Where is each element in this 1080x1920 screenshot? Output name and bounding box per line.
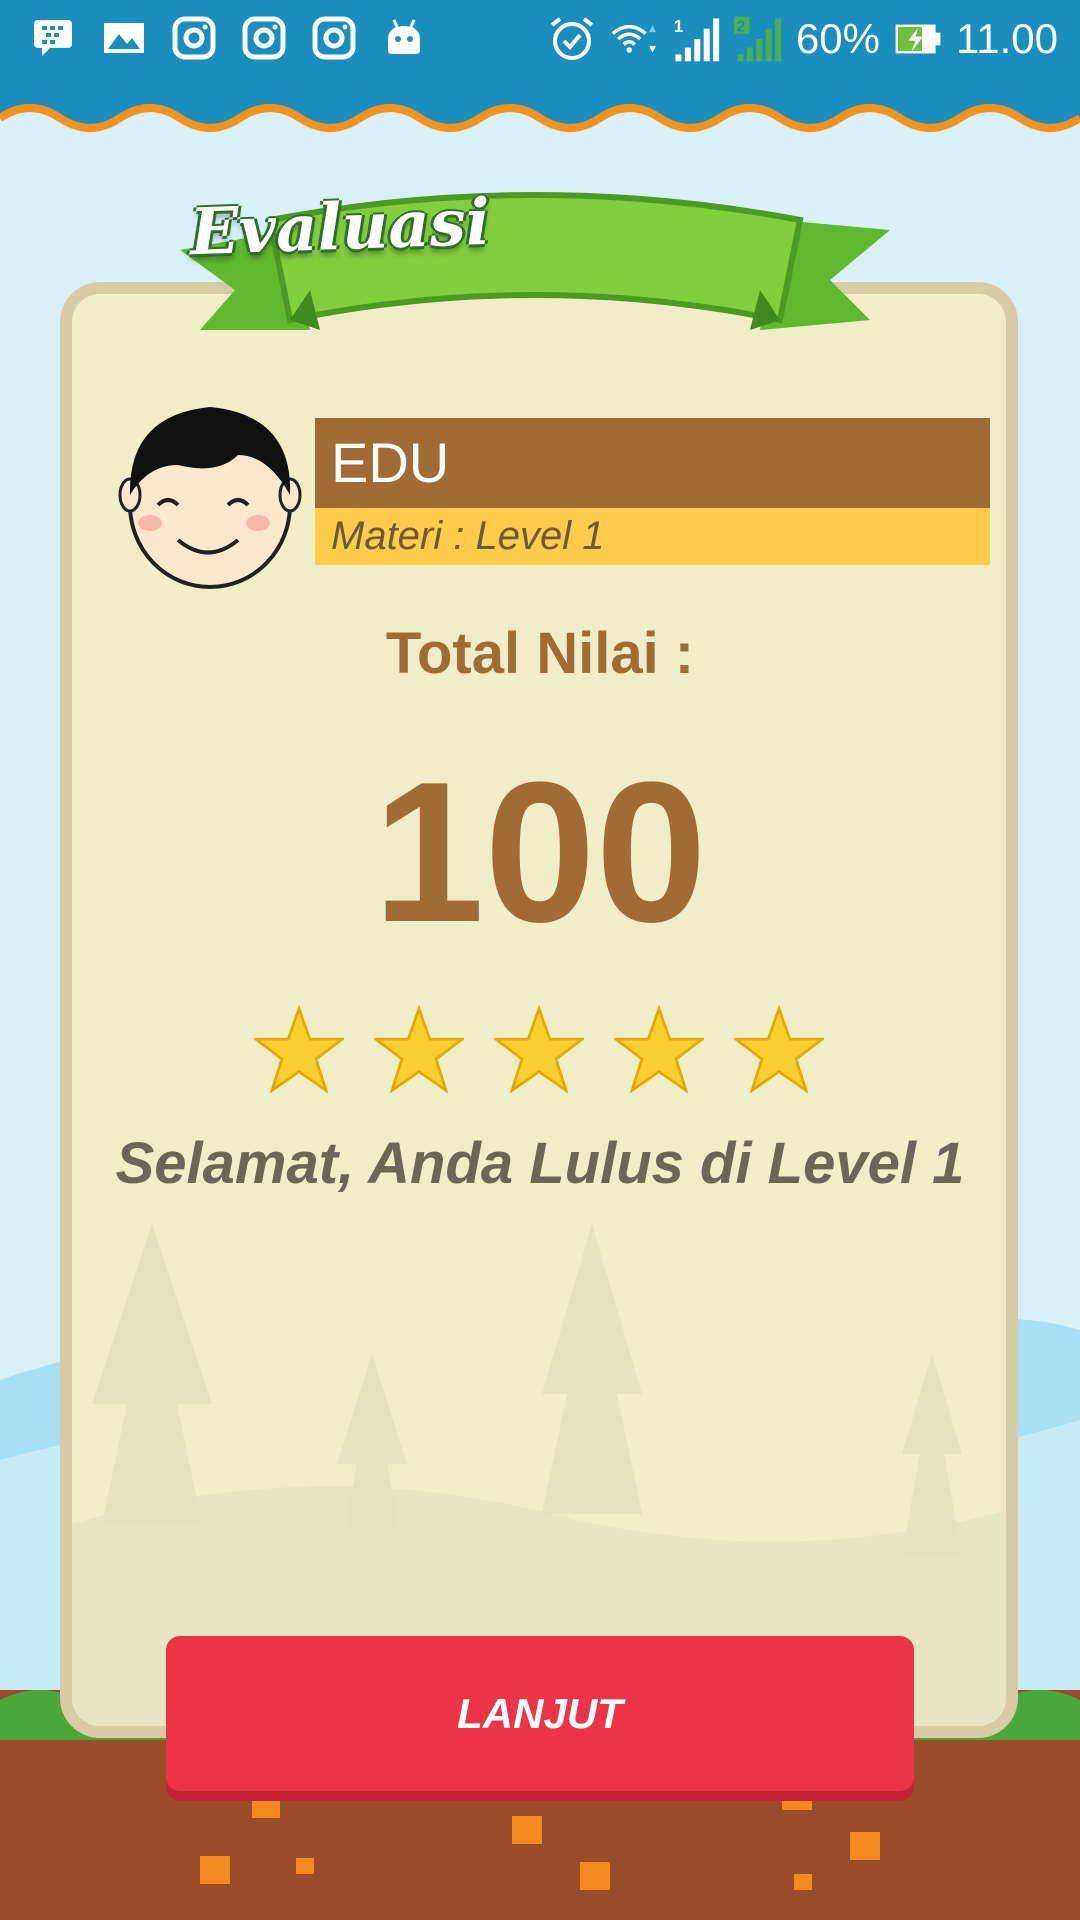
clock: 11.00 bbox=[956, 15, 1058, 62]
star-filled-icon bbox=[254, 1005, 344, 1094]
ground-block bbox=[580, 1862, 610, 1890]
wavy-border bbox=[0, 78, 1080, 132]
star-filled-icon bbox=[494, 1005, 584, 1094]
svg-text:1: 1 bbox=[674, 16, 684, 36]
page-title: Evaluasi bbox=[188, 184, 492, 271]
next-button[interactable]: LANJUT bbox=[166, 1636, 914, 1791]
materi-label: Materi : Level 1 bbox=[315, 508, 990, 565]
ground-block bbox=[794, 1874, 812, 1890]
ground-block bbox=[200, 1856, 230, 1884]
battery-charging-icon bbox=[894, 15, 942, 63]
instagram-icon bbox=[240, 14, 288, 62]
instagram-icon bbox=[170, 14, 218, 62]
signal-sim2-icon: 2 bbox=[733, 15, 782, 63]
svg-text:2: 2 bbox=[737, 18, 746, 35]
total-score-label: Total Nilai : bbox=[385, 621, 695, 686]
android-icon bbox=[380, 14, 428, 62]
gallery-icon bbox=[100, 14, 148, 62]
ground-block bbox=[850, 1832, 880, 1860]
instagram-icon bbox=[310, 14, 358, 62]
status-bar: 1 2 60% 11.00 bbox=[0, 0, 1080, 80]
ground-block bbox=[782, 1796, 812, 1810]
alarm-icon bbox=[548, 15, 596, 63]
bbm-icon bbox=[30, 14, 78, 62]
total-score-value: 100 bbox=[373, 741, 707, 964]
star-rating bbox=[254, 1005, 824, 1097]
star-filled-icon bbox=[734, 1005, 824, 1094]
signal-sim1-icon: 1 bbox=[672, 15, 720, 63]
battery-percent: 60% bbox=[795, 15, 880, 62]
player-name: EDU bbox=[315, 418, 990, 508]
star-filled-icon bbox=[374, 1005, 464, 1094]
ground-block bbox=[512, 1816, 542, 1844]
wifi-icon bbox=[610, 15, 658, 63]
ground-block bbox=[252, 1796, 280, 1818]
avatar bbox=[118, 407, 302, 589]
ground-block bbox=[296, 1858, 314, 1874]
result-message: Selamat, Anda Lulus di Level 1 bbox=[115, 1131, 965, 1196]
star-filled-icon bbox=[614, 1005, 704, 1094]
